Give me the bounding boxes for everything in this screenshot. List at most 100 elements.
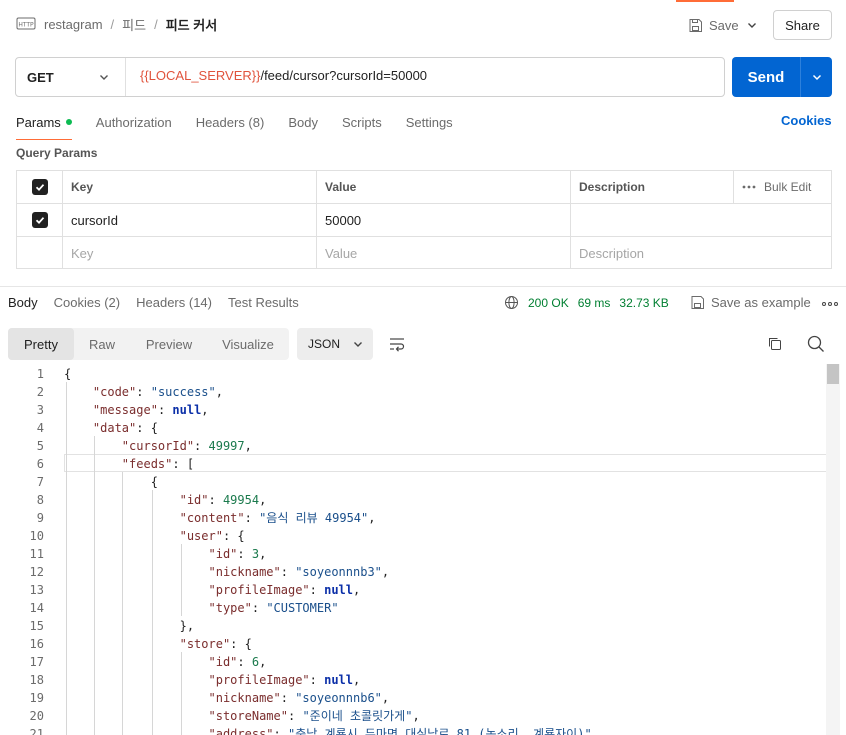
code-line: 3 "message": null,: [0, 401, 826, 419]
chevron-down-icon: [354, 342, 363, 347]
save-button[interactable]: Save: [682, 12, 745, 38]
more-horizontal-icon: [742, 185, 756, 189]
tab-params-label: Params: [16, 114, 61, 130]
param-key-input[interactable]: cursorId: [62, 204, 316, 236]
code-text: "message": null,: [92, 403, 209, 417]
response-time[interactable]: 69 ms: [578, 296, 611, 310]
code-line: 1{: [0, 365, 826, 383]
line-number: 13: [29, 583, 44, 597]
cookies-link[interactable]: Cookies: [781, 113, 832, 128]
save-options-button[interactable]: [740, 12, 764, 38]
view-tab-pretty[interactable]: Pretty: [8, 328, 74, 360]
format-select[interactable]: JSON: [297, 328, 373, 360]
save-as-example-button[interactable]: Save as example: [690, 295, 811, 310]
tab-params[interactable]: Params: [16, 108, 72, 140]
code-text: "id": 3,: [208, 547, 267, 561]
code-text: "code": "success",: [92, 385, 223, 399]
tab-scripts[interactable]: Scripts: [342, 108, 382, 136]
send-button[interactable]: Send: [732, 57, 800, 97]
response-more-button[interactable]: [821, 297, 839, 311]
http-request-icon: HTTP: [16, 16, 36, 32]
new-description-input[interactable]: Description: [570, 237, 831, 269]
query-params-title: Query Params: [16, 146, 98, 160]
share-button[interactable]: Share: [773, 10, 832, 40]
code-line: 13 "profileImage": null,: [0, 581, 826, 599]
bulk-edit-label: Bulk Edit: [764, 180, 812, 194]
code-text: "type": "CUSTOMER": [208, 601, 339, 615]
code-line: 6 "feeds": [: [0, 455, 826, 473]
scrollbar-thumb[interactable]: [827, 364, 839, 384]
resp-tab-cookies[interactable]: Cookies (2): [54, 295, 120, 310]
line-number: 21: [29, 727, 44, 735]
wrap-lines-icon: [390, 338, 405, 352]
line-number: 17: [29, 655, 44, 669]
url-variable: {{LOCAL_SERVER}}: [140, 68, 261, 83]
svg-text:HTTP: HTTP: [18, 22, 34, 29]
breadcrumb: HTTP restagram / 피드 / 피드 커서: [16, 12, 217, 36]
breadcrumb-collection[interactable]: restagram: [44, 17, 103, 32]
method-dropdown-toggle[interactable]: [94, 67, 114, 87]
search-button[interactable]: [806, 334, 826, 354]
code-line: 17 "id": 6,: [0, 653, 826, 671]
line-number: 3: [36, 403, 44, 417]
breadcrumb-separator: /: [154, 16, 158, 32]
bulk-edit-button[interactable]: Bulk Edit: [733, 171, 831, 203]
active-tab-indicator: [676, 0, 734, 2]
resp-tab-headers[interactable]: Headers (14): [136, 295, 212, 310]
param-value-input[interactable]: 50000: [316, 204, 570, 236]
code-line: 8 "id": 49954,: [0, 491, 826, 509]
code-line: 11 "id": 3,: [0, 545, 826, 563]
format-label: JSON: [308, 337, 341, 351]
code-line: 14 "type": "CUSTOMER": [0, 599, 826, 617]
response-size[interactable]: 32.73 KB: [619, 296, 668, 310]
query-params-table: Key Value Description Bulk Edit cursorId…: [16, 170, 832, 269]
view-tab-raw[interactable]: Raw: [76, 328, 128, 360]
select-all-checkbox[interactable]: [17, 171, 62, 203]
column-header-description: Description: [570, 171, 733, 203]
code-text: },: [64, 619, 195, 633]
response-body-editor[interactable]: 1{ 2 "code": "success", 3 "message": null,…: [0, 364, 826, 735]
resp-tab-test-results[interactable]: Test Results: [228, 295, 299, 310]
tab-settings[interactable]: Settings: [406, 108, 453, 136]
column-header-key: Key: [62, 171, 316, 203]
status-code[interactable]: 200 OK: [528, 296, 569, 310]
new-key-input[interactable]: Key: [62, 237, 316, 269]
url-input[interactable]: {{LOCAL_SERVER}}/feed/cursor?cursorId=50…: [140, 68, 427, 83]
more-horizontal-icon: [822, 302, 838, 306]
line-number: 4: [36, 421, 44, 435]
breadcrumb-folder[interactable]: 피드: [122, 15, 146, 34]
line-number: 7: [36, 475, 44, 489]
view-tab-preview[interactable]: Preview: [134, 328, 204, 360]
code-line: 5 "cursorId": 49997,: [0, 437, 826, 455]
line-number: 5: [36, 439, 44, 453]
tab-authorization[interactable]: Authorization: [96, 108, 172, 136]
new-value-input[interactable]: Value: [316, 237, 570, 269]
code-line: 16 "store": {: [0, 635, 826, 653]
code-line: 20 "storeName": "준이네 초콜릿가게",: [0, 707, 826, 725]
line-number: 16: [29, 637, 44, 651]
resp-tab-body[interactable]: Body: [8, 295, 38, 310]
code-line: 4 "data": {: [0, 419, 826, 437]
breadcrumb-request-name[interactable]: 피드 커서: [166, 15, 217, 34]
wrap-lines-button[interactable]: [387, 335, 407, 353]
line-number: 6: [36, 457, 44, 471]
row-enabled-checkbox[interactable]: [17, 204, 62, 236]
line-number: 11: [29, 547, 44, 561]
vertical-scrollbar[interactable]: [826, 364, 840, 735]
line-number: 1: [36, 367, 44, 381]
copy-button[interactable]: [766, 335, 784, 353]
params-active-dot: [65, 119, 72, 125]
row-empty-checkbox-cell: [17, 237, 62, 269]
view-tab-visualize[interactable]: Visualize: [212, 328, 284, 360]
tab-body[interactable]: Body: [288, 108, 318, 136]
check-icon: [35, 184, 44, 192]
line-number: 2: [36, 385, 44, 399]
tab-headers[interactable]: Headers (8): [196, 108, 265, 136]
code-text: "content": "음식 리뷰 49954",: [179, 511, 376, 525]
send-options-button[interactable]: [801, 57, 832, 97]
chevron-down-icon: [748, 23, 756, 28]
code-text: "store": {: [179, 637, 252, 651]
param-description-input[interactable]: [570, 204, 831, 236]
code-text: "address": "충남 계룡시 두마면 대실남로 81 (농소리, 계룡자…: [208, 727, 599, 735]
code-line: 9 "content": "음식 리뷰 49954",: [0, 509, 826, 527]
